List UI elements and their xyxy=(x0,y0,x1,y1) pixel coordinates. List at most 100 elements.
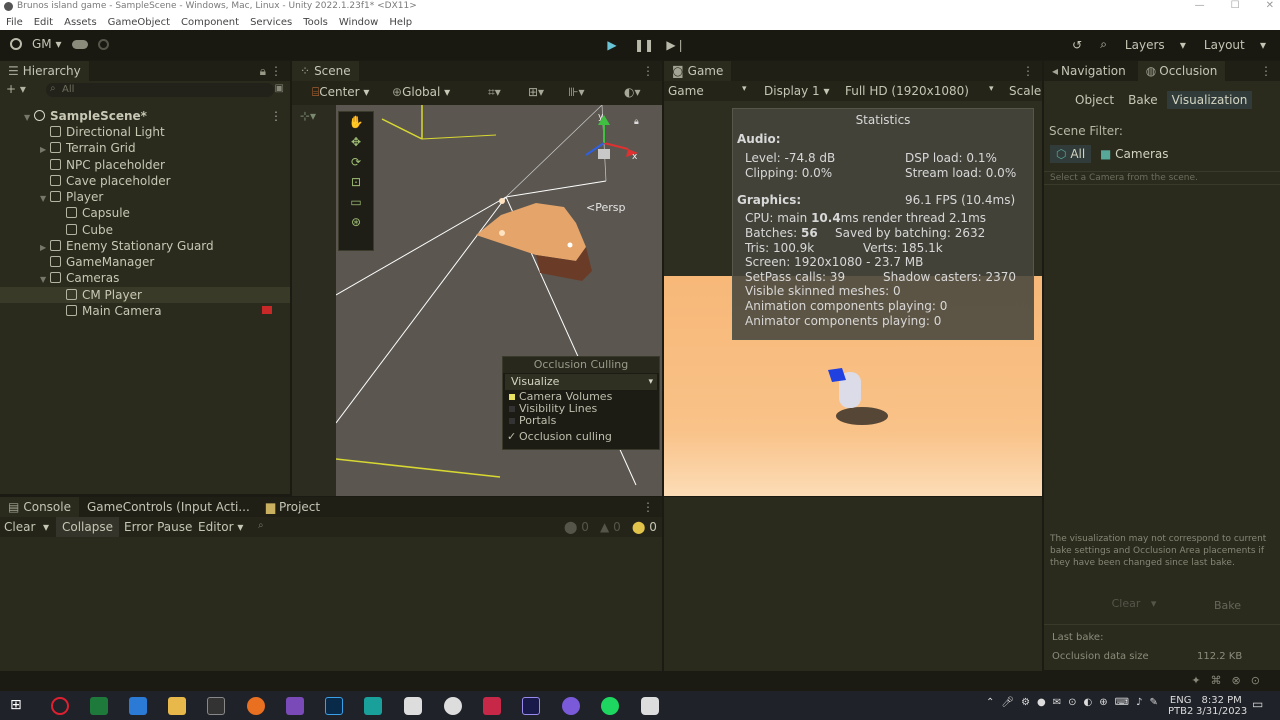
premiere-icon[interactable] xyxy=(522,697,540,715)
hierarchy-item[interactable]: Main Camera xyxy=(0,303,290,319)
hierarchy-item[interactable]: ▼ Player xyxy=(0,189,290,205)
hierarchy-item[interactable]: CM Player xyxy=(0,287,290,303)
menu-file[interactable]: File xyxy=(6,17,23,28)
expand-arrow-icon[interactable]: ▶ xyxy=(40,142,50,158)
lock-icon[interactable]: 🔒︎ xyxy=(634,117,639,127)
move-tool-icon[interactable]: ✥ xyxy=(339,132,373,152)
layers-dropdown[interactable]: Layers ▾ xyxy=(1125,38,1186,52)
rotate-tool-icon[interactable]: ⟳ xyxy=(339,152,373,172)
obsidian-icon[interactable] xyxy=(562,697,580,715)
menu-window[interactable]: Window xyxy=(339,17,378,28)
blender-icon[interactable] xyxy=(247,697,265,715)
bake-button[interactable]: Bake xyxy=(1214,599,1241,612)
visualization-button[interactable]: Visualization xyxy=(1166,91,1253,109)
windows-start-icon[interactable]: ⊞ xyxy=(10,697,28,715)
app-icon[interactable] xyxy=(444,697,462,715)
opera-icon[interactable] xyxy=(51,697,69,715)
add-button[interactable]: + ▾ xyxy=(6,82,26,96)
snap-icon[interactable]: ⌗▾ xyxy=(488,85,501,100)
jetbrains-icon[interactable] xyxy=(483,697,501,715)
search-icon[interactable]: ⌕ xyxy=(1100,37,1107,52)
clock[interactable]: 8:32 PM 3/31/2023 xyxy=(1196,695,1247,717)
display-dropdown[interactable]: Display 1 ▾ xyxy=(764,84,830,98)
tab-navigation[interactable]: ◂ Navigation xyxy=(1044,61,1134,81)
layout-dropdown[interactable]: Layout ▾ xyxy=(1204,38,1266,52)
step-button[interactable]: ▶❘ xyxy=(660,36,692,54)
collapse-toggle[interactable]: Collapse xyxy=(56,517,119,537)
tab-scene[interactable]: ⁘ Scene xyxy=(292,61,359,81)
console-search-icon[interactable]: ⌕ xyxy=(258,520,264,531)
expand-arrow-icon[interactable]: ▼ xyxy=(40,272,50,288)
tab-project[interactable]: ▆ Project xyxy=(258,497,328,517)
visual-studio-icon[interactable] xyxy=(286,697,304,715)
info-count[interactable]: ⬤ 0 xyxy=(564,520,589,534)
more-icon[interactable]: ⋮ xyxy=(642,64,654,78)
portals-item[interactable]: Portals xyxy=(503,415,659,427)
hierarchy-search-input[interactable]: All xyxy=(46,83,274,97)
scale-slider-label[interactable]: Scale xyxy=(1009,84,1041,98)
error-count[interactable]: ⬤ 0 xyxy=(632,520,657,534)
clear-button[interactable]: Clear ▾ xyxy=(1088,597,1180,611)
language-indicator[interactable]: ENG PTB2 xyxy=(1168,695,1193,717)
error-pause-toggle[interactable]: Error Pause xyxy=(124,520,192,534)
pause-button[interactable]: ❚❚ xyxy=(628,36,660,54)
minimize-icon[interactable]: — xyxy=(1195,0,1205,11)
spotify-icon[interactable] xyxy=(601,697,619,715)
vscode-icon[interactable] xyxy=(129,697,147,715)
hierarchy-item[interactable]: ▶ Enemy Stationary Guard xyxy=(0,238,290,254)
spreadsheet-icon[interactable] xyxy=(90,697,108,715)
hierarchy-item[interactable]: GameManager xyxy=(0,254,290,270)
menu-assets[interactable]: Assets xyxy=(64,17,97,28)
object-button[interactable]: Object xyxy=(1070,91,1119,109)
hierarchy-item[interactable]: Cube xyxy=(0,222,290,238)
menu-help[interactable]: Help xyxy=(389,17,412,28)
lock-icon[interactable]: 🔒︎ xyxy=(260,64,266,79)
draw-mode-icon[interactable]: ◐▾ xyxy=(624,85,641,99)
hierarchy-item[interactable]: ▼ SampleScene* ⋮ xyxy=(0,108,290,124)
close-icon[interactable]: ✕ xyxy=(1266,0,1274,11)
more-icon[interactable]: ⋮ xyxy=(1022,64,1034,78)
grid-snap-icon[interactable]: ⊞▾ xyxy=(528,85,544,99)
account-dropdown[interactable]: GM ▾ xyxy=(32,37,62,51)
system-tray-icons[interactable]: ⌃🎤︎⚙●✉⊙◐⊕⌨♪✎ xyxy=(986,697,1165,708)
hand-tool-icon[interactable]: ✋ xyxy=(339,112,373,132)
transform-tool-icon[interactable]: ⊛ xyxy=(339,212,373,232)
scale-tool-icon[interactable]: ⊡ xyxy=(339,172,373,192)
filter-cameras-button[interactable]: ■ Cameras xyxy=(1100,145,1169,163)
cloud-icon[interactable] xyxy=(71,39,88,49)
hierarchy-item[interactable]: ▼ Cameras xyxy=(0,270,290,286)
menu-tools[interactable]: Tools xyxy=(303,17,328,28)
console-clear-button[interactable]: Clear ▾ xyxy=(4,520,49,534)
game-view-dropdown[interactable]: Game xyxy=(668,84,704,98)
scene-filter-icon[interactable]: ▣ xyxy=(275,83,284,94)
notification-icon[interactable]: ▭ xyxy=(1252,697,1263,711)
photoshop-icon[interactable] xyxy=(325,697,343,715)
tab-game[interactable]: ◙ Game xyxy=(664,61,732,81)
more-icon[interactable]: ⋮ xyxy=(642,500,654,514)
filter-all-button[interactable]: ⬡ All xyxy=(1050,145,1092,163)
rect-tool-icon[interactable]: ▭ xyxy=(339,192,373,212)
active-app-icon[interactable] xyxy=(364,697,382,715)
warning-count[interactable]: ▲ 0 xyxy=(600,520,621,534)
bake-tab-button[interactable]: Bake xyxy=(1123,91,1163,109)
space-dropdown[interactable]: ⊕Global ▾ xyxy=(392,85,450,99)
menu-gameobject[interactable]: GameObject xyxy=(108,17,170,28)
menu-services[interactable]: Services xyxy=(250,17,292,28)
tab-hierarchy[interactable]: ☰ Hierarchy xyxy=(0,61,89,81)
pivot-dropdown[interactable]: ⌸Center ▾ xyxy=(312,85,369,100)
tab-occlusion[interactable]: ◍ Occlusion xyxy=(1137,61,1226,81)
more-icon[interactable]: ⋮ xyxy=(1260,64,1272,78)
maximize-icon[interactable]: ☐ xyxy=(1231,0,1240,11)
hierarchy-item[interactable]: Capsule xyxy=(0,205,290,221)
editor-dropdown[interactable]: Editor ▾ xyxy=(198,520,243,534)
hierarchy-item[interactable]: Directional Light xyxy=(0,124,290,140)
file-explorer-icon[interactable] xyxy=(168,697,186,715)
unity-icon[interactable] xyxy=(641,697,659,715)
resolution-dropdown[interactable]: Full HD (1920x1080) xyxy=(845,84,969,98)
hierarchy-item[interactable]: ▶ Terrain Grid xyxy=(0,140,290,156)
menu-edit[interactable]: Edit xyxy=(34,17,53,28)
visualize-dropdown[interactable]: Visualize ▾ xyxy=(505,374,657,390)
tab-console[interactable]: ▤ Console xyxy=(0,497,79,517)
hierarchy-item[interactable]: Cave placeholder xyxy=(0,173,290,189)
more-icon[interactable]: ⋮ xyxy=(270,64,282,78)
